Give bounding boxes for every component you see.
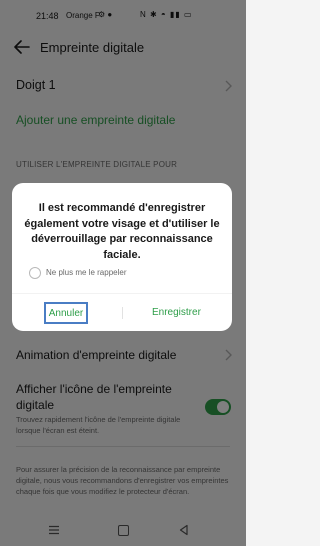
dialog-divider (12, 293, 232, 294)
dont-remind-checkbox[interactable] (29, 267, 41, 279)
button-separator (122, 307, 123, 319)
cancel-button[interactable]: Annuler (44, 302, 88, 324)
recommendation-dialog: Il est recommandé d'enregistrer égalemen… (12, 183, 232, 331)
save-button[interactable]: Enregistrer (152, 307, 201, 318)
dialog-message: Il est recommandé d'enregistrer égalemen… (24, 202, 220, 261)
dont-remind-label[interactable]: Ne plus me le rappeler (46, 268, 126, 277)
